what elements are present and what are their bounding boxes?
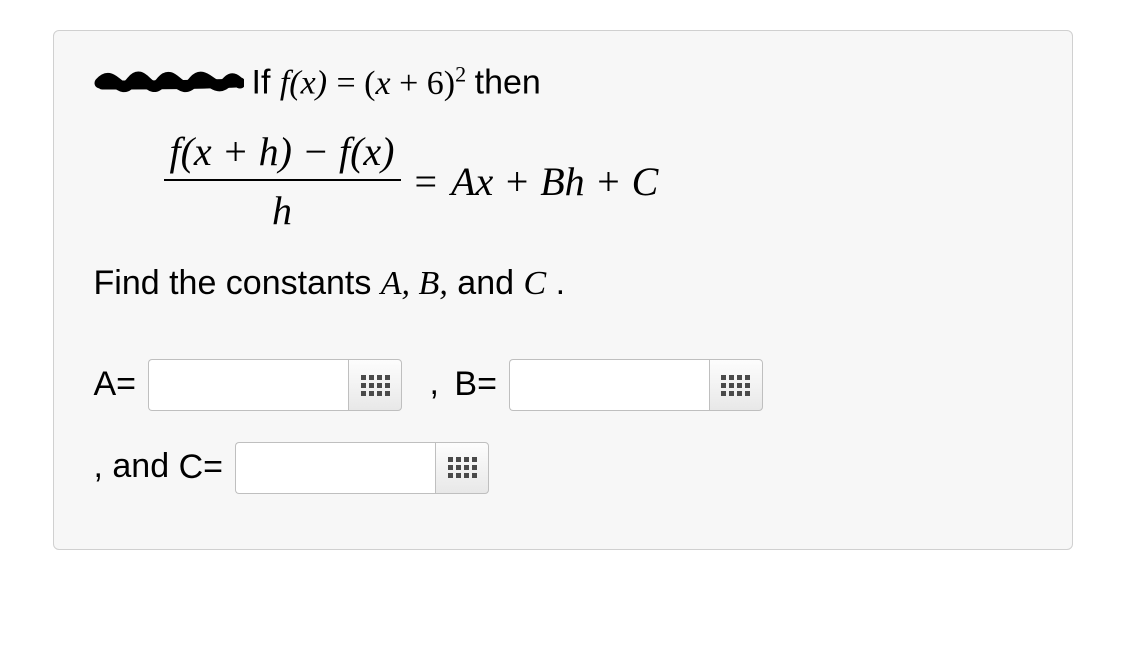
intro-prefix: If [252,64,280,102]
keypad-icon [721,375,750,396]
fraction-denominator: h [272,188,292,233]
separator-bc: , and [94,447,179,485]
input-b[interactable] [509,359,709,411]
answer-group-c: C= [179,427,489,509]
difference-quotient-equation: f(x + h) − f(x) h = Ax + Bh + C [164,128,1032,234]
label-b: B= [454,344,497,426]
func-eq: = [336,65,364,102]
label-a: A= [94,344,137,426]
keypad-icon [361,375,390,396]
instruction-var-c: C [523,265,546,302]
answer-group-b: B= [454,344,763,426]
func-exponent: 2 [455,61,466,86]
answer-group-a: A= [94,344,403,426]
func-rhs: (x + 6)2 [364,65,474,102]
keypad-button-a[interactable] [348,359,402,411]
label-c: C= [179,427,223,509]
separator-ab: , [430,364,449,402]
keypad-button-c[interactable] [435,442,489,494]
problem-container: If f(x) = (x + 6)2 then f(x + h) − f(x) … [53,30,1073,550]
problem-intro-line: If f(x) = (x + 6)2 then [94,61,1032,103]
instruction-and: and [457,264,523,302]
redaction-scribble-icon [94,61,244,103]
keypad-icon [448,457,477,478]
equation-rhs: Ax + Bh + C [451,158,658,205]
instruction-line: Find the constants A, B, and C . [94,264,1032,303]
fraction: f(x + h) − f(x) h [164,128,401,234]
keypad-button-b[interactable] [709,359,763,411]
fraction-numerator: f(x + h) − f(x) [170,129,395,174]
func-lhs: f(x) [280,65,327,102]
intro-suffix: then [475,64,541,102]
instruction-period: . [556,264,565,302]
instruction-prefix: Find the constants [94,264,381,302]
answer-area: A= , B= [94,343,1032,509]
input-c[interactable] [235,442,435,494]
intro-text: If f(x) = (x + 6)2 then [252,61,541,102]
equals-sign: = [415,158,438,205]
input-a[interactable] [148,359,348,411]
instruction-vars-ab: A, B, [381,265,448,302]
